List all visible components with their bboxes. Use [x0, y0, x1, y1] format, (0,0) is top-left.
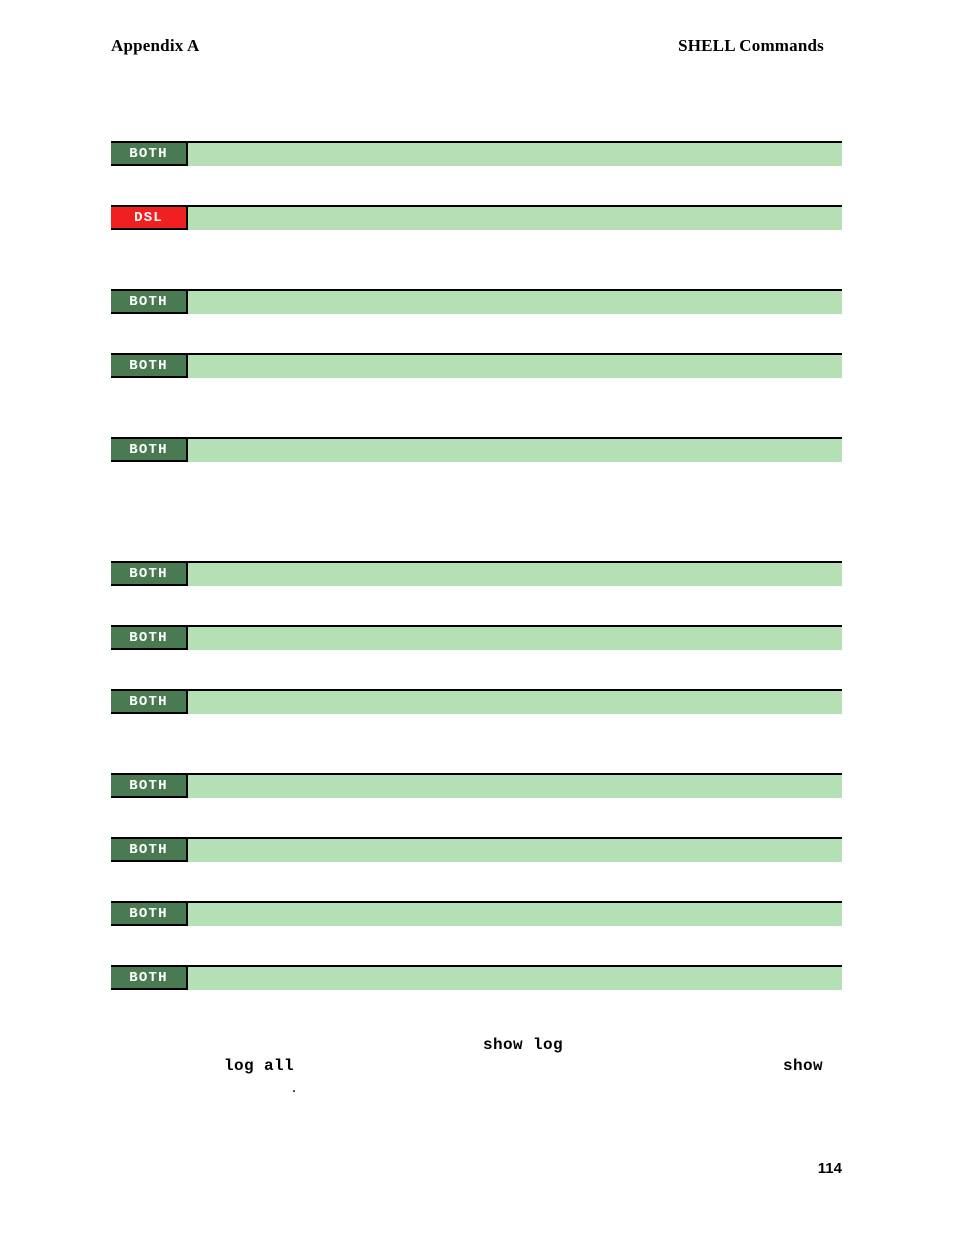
command-ref-log-all: log all [224, 1057, 295, 1075]
body-text-block: show log show log all . [111, 1014, 842, 1096]
platform-badge-both: BOTH [111, 561, 188, 586]
command-rule-bar [188, 289, 842, 314]
command-row: BOTH [111, 289, 842, 314]
command-rule-bar [188, 901, 842, 926]
body-text-line-2: log all . [111, 1035, 842, 1096]
command-rule-bar [188, 965, 842, 990]
command-ref-show: show [783, 1057, 824, 1075]
command-row: BOTH [111, 689, 842, 714]
platform-badge-both: BOTH [111, 773, 188, 798]
command-rule-bar [188, 205, 842, 230]
command-rule-bar [188, 437, 842, 462]
sentence-period: . [292, 1079, 297, 1096]
platform-badge-both: BOTH [111, 353, 188, 378]
command-row: BOTH [111, 965, 842, 990]
platform-badge-both: BOTH [111, 437, 188, 462]
command-rule-bar [188, 353, 842, 378]
command-rule-bar [188, 141, 842, 166]
page-number: 114 [817, 1160, 842, 1177]
command-row: BOTH [111, 837, 842, 862]
platform-badge-both: BOTH [111, 901, 188, 926]
command-row: BOTH [111, 901, 842, 926]
body-text-line-1: show log show [111, 1014, 842, 1075]
command-row: BOTH [111, 561, 842, 586]
platform-badge-both: BOTH [111, 965, 188, 990]
platform-badge-both: BOTH [111, 837, 188, 862]
platform-badge-both: BOTH [111, 689, 188, 714]
command-rule-bar [188, 773, 842, 798]
platform-badge-dsl: DSL [111, 205, 188, 230]
platform-badge-both: BOTH [111, 625, 188, 650]
platform-badge-both: BOTH [111, 141, 188, 166]
command-rule-bar [188, 561, 842, 586]
platform-badge-both: BOTH [111, 289, 188, 314]
command-rule-bar [188, 837, 842, 862]
command-row: BOTH [111, 625, 842, 650]
command-row: BOTH [111, 437, 842, 462]
command-rule-bar [188, 625, 842, 650]
command-row: BOTH [111, 141, 842, 166]
command-rule-bar [188, 689, 842, 714]
command-row: BOTH [111, 353, 842, 378]
command-row: BOTH [111, 773, 842, 798]
command-row: DSL [111, 205, 842, 230]
